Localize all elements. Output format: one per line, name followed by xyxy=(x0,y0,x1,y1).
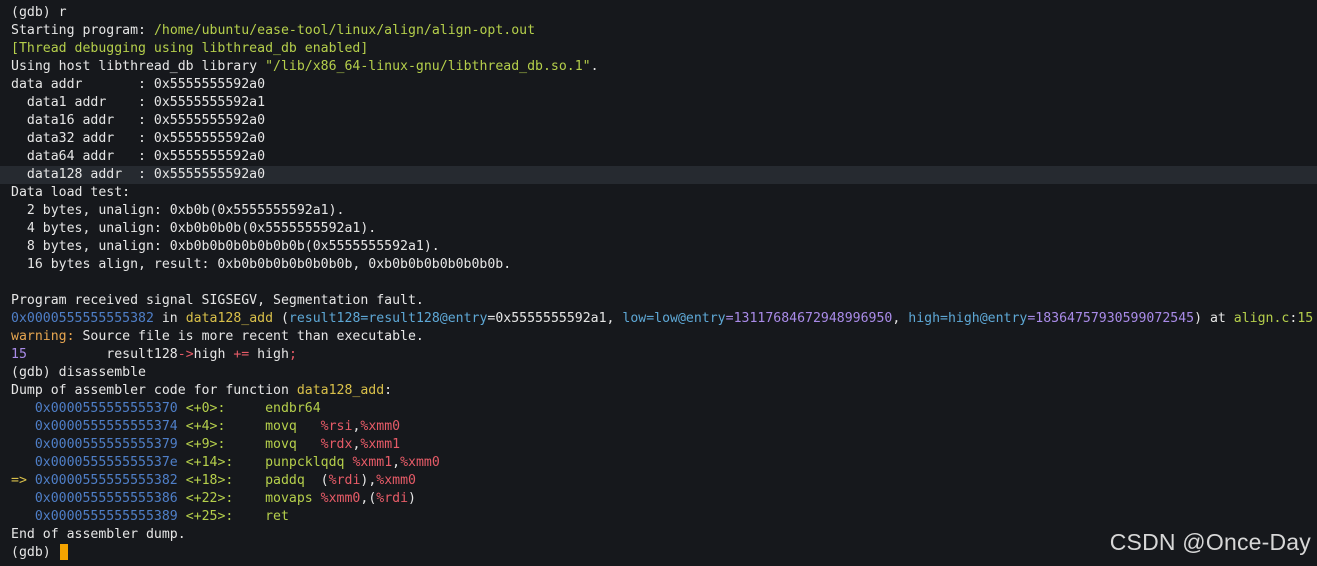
asm-current-marker xyxy=(11,437,35,452)
asm-offset: <+4>: xyxy=(177,419,226,434)
asm-address: 0x0000555555555370 xyxy=(34,401,178,416)
terminal-line-addr-highlighted: data128 addr : 0x5555555592a0 xyxy=(0,166,1317,184)
asm-current-marker xyxy=(11,509,35,524)
terminal-window[interactable]: (gdb) r Starting program: /home/ubuntu/e… xyxy=(0,0,1317,566)
terminal-line-addr: data1 addr : 0x5555555592a1 xyxy=(11,95,266,110)
asm-offset: <+0>: xyxy=(177,401,226,416)
terminal-line-loadtest: Data load test: xyxy=(11,185,131,200)
asm-register: %xmm0 xyxy=(360,419,401,434)
asm-punct: ) xyxy=(408,491,416,506)
terminal-line-starting: Starting program: /home/ubuntu/ease-tool… xyxy=(11,23,536,38)
terminal-line-addr: data16 addr : 0x5555555592a0 xyxy=(11,113,266,128)
asm-current-marker xyxy=(11,491,35,506)
asm-row: 0x000055555555537e <+14>: punpcklqdq %xm… xyxy=(0,454,1317,472)
asm-current-marker xyxy=(11,455,35,470)
asm-current-marker: => xyxy=(11,473,35,488)
asm-mnemonic: punpcklqdq xyxy=(265,455,353,470)
asm-address: 0x0000555555555389 xyxy=(34,509,178,524)
asm-offset: <+25>: xyxy=(177,509,234,524)
asm-offset: <+14>: xyxy=(177,455,234,470)
asm-row: 0x0000555555555389 <+25>: ret xyxy=(0,508,1317,526)
asm-mnemonic: movq xyxy=(265,419,321,434)
program-path: /home/ubuntu/ease-tool/linux/align/align… xyxy=(153,23,536,38)
asm-register: %rsi xyxy=(320,419,353,434)
terminal-line-run: (gdb) r xyxy=(0,4,1317,22)
asm-address: 0x000055555555537e xyxy=(34,455,178,470)
frame-function: data128_add xyxy=(185,311,274,326)
terminal-line-frame: 0x0000555555555382 in data128_add (resul… xyxy=(11,311,1314,326)
asm-punct: ,( xyxy=(360,491,377,506)
asm-mnemonic: movaps xyxy=(265,491,321,506)
warning-label: warning: xyxy=(11,329,75,344)
gdb-prompt: (gdb) xyxy=(11,365,51,380)
watermark: CSDN @Once-Day xyxy=(1109,529,1311,555)
gdb-command: disassemble xyxy=(58,365,146,380)
terminal-line-load: 16 bytes align, result: 0xb0b0b0b0b0b0b0… xyxy=(11,257,512,272)
asm-register: %xmm1 xyxy=(352,455,393,470)
asm-register: %rdi xyxy=(328,473,361,488)
asm-address: 0x0000555555555382 xyxy=(34,473,178,488)
asm-address: 0x0000555555555386 xyxy=(34,491,178,506)
asm-register: %xmm0 xyxy=(400,455,440,470)
asm-row: 0x0000555555555370 <+0>: endbr64 xyxy=(0,400,1317,418)
asm-punct: , xyxy=(392,455,401,470)
asm-mnemonic: ret xyxy=(265,509,289,524)
asm-register: %rdx xyxy=(320,437,353,452)
asm-current-marker xyxy=(11,419,35,434)
terminal-line-signal: Program received signal SIGSEGV, Segment… xyxy=(11,293,424,308)
terminal-line-source: 15 result128->high += high; xyxy=(11,347,297,362)
frame-address: 0x0000555555555382 xyxy=(11,311,154,326)
asm-address: 0x0000555555555379 xyxy=(34,437,178,452)
library-path: "/lib/x86_64-linux-gnu/libthread_db.so.1… xyxy=(265,59,591,74)
asm-row: 0x0000555555555374 <+4>: movq %rsi,%xmm0 xyxy=(0,418,1317,436)
asm-mnemonic: movq xyxy=(265,437,321,452)
terminal-cursor[interactable] xyxy=(59,544,68,560)
gdb-prompt: (gdb) xyxy=(11,545,51,560)
frame-file: align.c xyxy=(1233,311,1290,326)
asm-register: %xmm0 xyxy=(320,491,361,506)
terminal-line-load: 2 bytes, unalign: 0xb0b(0x5555555592a1). xyxy=(11,203,345,218)
asm-register: %xmm1 xyxy=(360,437,401,452)
asm-register: %xmm0 xyxy=(376,473,416,488)
asm-row: 0x0000555555555379 <+9>: movq %rdx,%xmm1 xyxy=(0,436,1317,454)
terminal-line-host: Using host libthread_db library "/lib/x8… xyxy=(11,59,599,74)
terminal-line-addr: data addr : 0x5555555592a0 xyxy=(11,77,266,92)
asm-offset: <+18>: xyxy=(177,473,234,488)
asm-row: 0x0000555555555386 <+22>: movaps %xmm0,(… xyxy=(0,490,1317,508)
asm-punct: ), xyxy=(360,473,377,488)
asm-row: => 0x0000555555555382 <+18>: paddq (%rdi… xyxy=(0,472,1317,490)
terminal-line-warning: warning: Source file is more recent than… xyxy=(11,329,424,344)
asm-mnemonic: endbr64 xyxy=(265,401,321,416)
terminal-line-addr: data64 addr : 0x5555555592a0 xyxy=(11,149,266,164)
gdb-prompt: (gdb) xyxy=(11,5,51,20)
asm-punct: ( xyxy=(320,473,329,488)
terminal-line-disassemble: (gdb) disassemble xyxy=(0,364,1317,382)
terminal-line-addr: data32 addr : 0x5555555592a0 xyxy=(11,131,266,146)
asm-offset: <+22>: xyxy=(177,491,234,506)
asm-current-marker xyxy=(11,401,35,416)
terminal-line-load: 8 bytes, unalign: 0xb0b0b0b0b0b0b0b(0x55… xyxy=(11,239,440,254)
terminal-line-thread: [Thread debugging using libthread_db ena… xyxy=(11,41,369,56)
gdb-command: r xyxy=(58,5,67,20)
terminal-line-load: 4 bytes, unalign: 0xb0b0b0b(0x5555555592… xyxy=(11,221,377,236)
asm-address: 0x0000555555555374 xyxy=(34,419,178,434)
source-line-number: 15 xyxy=(11,347,27,362)
terminal-line-dump-header: Dump of assembler code for function data… xyxy=(11,383,393,398)
asm-mnemonic: paddq xyxy=(265,473,321,488)
asm-register: %rdi xyxy=(376,491,409,506)
asm-offset: <+9>: xyxy=(177,437,226,452)
